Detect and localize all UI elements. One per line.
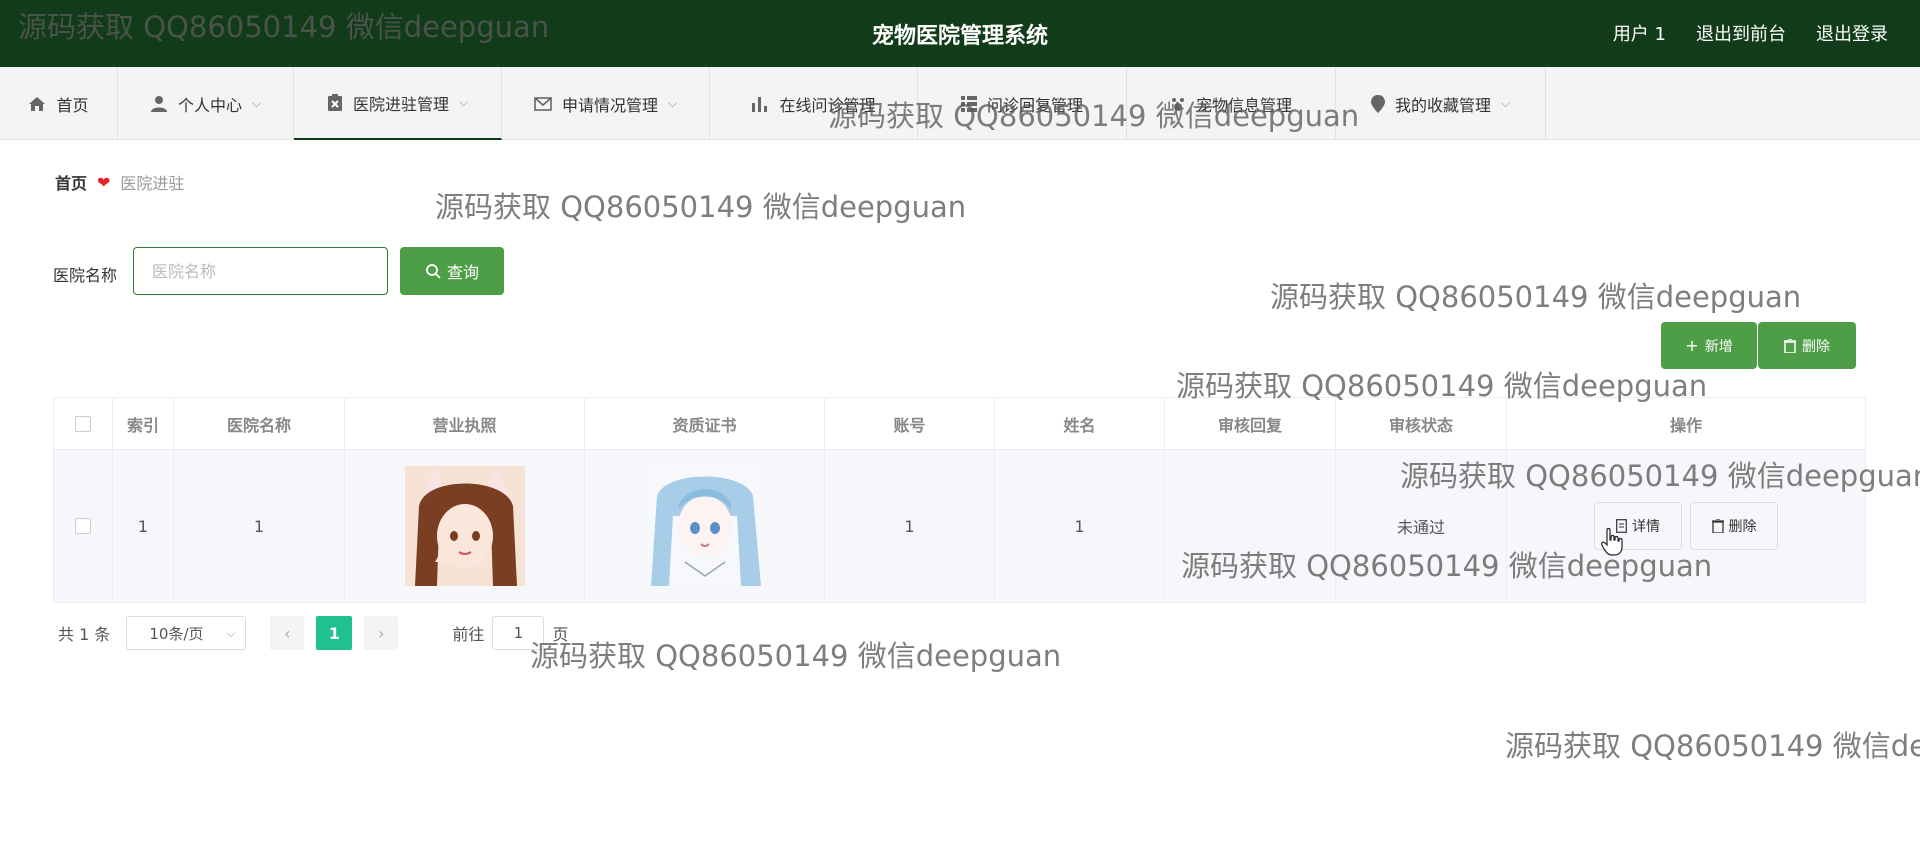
nav-item-favorites[interactable]: 我的收藏管理 ⌵ xyxy=(1336,67,1546,140)
nav-item-pet-info[interactable]: 宠物信息管理 xyxy=(1127,67,1336,140)
prev-page-button[interactable]: ‹ xyxy=(270,616,305,650)
header-audit-reply: 审核回复 xyxy=(1165,398,1336,449)
header-person-name: 姓名 xyxy=(995,398,1165,449)
header-audit-status: 审核状态 xyxy=(1336,398,1507,449)
top-header: 宠物医院管理系统 用户 1 退出到前台 退出登录 xyxy=(0,0,1920,67)
hospital-table: 索引 医院名称 营业执照 资质证书 账号 姓名 审核回复 审核状态 操作 1 1 xyxy=(53,397,1866,603)
nav-item-hospital-settle[interactable]: 医院进驻管理 ⌵ xyxy=(294,67,502,140)
row-select[interactable] xyxy=(54,450,113,602)
chevron-down-icon: ⌵ xyxy=(251,96,262,110)
row-index: 1 xyxy=(113,450,174,602)
nav-label: 问诊回复管理 xyxy=(986,95,1083,115)
total-count: 共 1 条 xyxy=(58,625,111,644)
watermark: 源码获取 QQ86050149 微信deepguan xyxy=(1505,729,1920,763)
heart-icon: ❤ xyxy=(97,172,111,192)
trash-icon xyxy=(1784,338,1796,353)
header-operations: 操作 xyxy=(1669,415,1702,435)
delete-button-label: 删除 xyxy=(1728,519,1757,535)
nav-item-home[interactable]: 首页 xyxy=(0,67,118,140)
chevron-down-icon: ⌵ xyxy=(226,625,236,640)
nav-label: 我的收藏管理 xyxy=(1394,95,1491,115)
row-license xyxy=(345,450,585,602)
nav-item-online-consult[interactable]: 在线问诊管理 xyxy=(710,67,918,140)
nav-label: 在线问诊管理 xyxy=(779,95,876,115)
plus-icon: + xyxy=(1685,336,1699,355)
back-to-front-link[interactable]: 退出到前台 xyxy=(1696,20,1786,46)
row-certificate xyxy=(585,450,825,602)
delete-button[interactable]: 删除 xyxy=(1690,502,1778,550)
nav-label: 申请情况管理 xyxy=(561,95,658,115)
logout-link[interactable]: 退出登录 xyxy=(1816,20,1888,46)
chevron-down-icon: ⌵ xyxy=(667,96,678,110)
add-button-label: 新增 xyxy=(1704,338,1733,355)
nav-label: 个人中心 xyxy=(177,95,242,115)
nav-label: 宠物信息管理 xyxy=(1195,95,1292,115)
trash-icon xyxy=(1711,519,1724,533)
page-size-value: 10条/页 xyxy=(149,624,204,643)
add-button[interactable]: + 新增 xyxy=(1661,322,1757,369)
row-audit-reply xyxy=(1165,450,1336,602)
breadcrumb-home[interactable]: 首页 xyxy=(55,170,87,194)
grid-icon xyxy=(960,95,977,112)
goto-page-input[interactable] xyxy=(492,616,545,650)
bar-chart-icon xyxy=(752,96,768,112)
license-image[interactable] xyxy=(404,466,525,586)
goto-label: 前往 xyxy=(452,625,485,644)
batch-delete-button-label: 删除 xyxy=(1802,338,1830,355)
table-row: 1 1 1 1 未通过 详情 删除 xyxy=(54,450,1865,602)
header-index: 索引 xyxy=(113,398,174,449)
batch-delete-button[interactable]: 删除 xyxy=(1758,322,1856,369)
next-page-button[interactable]: › xyxy=(364,616,399,650)
page-number-current[interactable]: 1 xyxy=(316,616,353,650)
user-icon xyxy=(150,95,167,112)
home-icon xyxy=(29,96,46,111)
header-license: 营业执照 xyxy=(345,398,585,449)
row-account: 1 xyxy=(825,450,995,602)
search-label: 医院名称 xyxy=(53,266,118,285)
query-button[interactable]: 查询 xyxy=(400,247,504,295)
checkbox[interactable] xyxy=(75,415,91,432)
table-header: 索引 医院名称 营业执照 资质证书 账号 姓名 审核回复 审核状态 操作 xyxy=(54,398,1865,450)
pin-icon xyxy=(1370,94,1385,113)
row-operations: 详情 删除 xyxy=(1507,450,1865,602)
chevron-down-icon: ⌵ xyxy=(458,95,469,109)
header-certificate: 资质证书 xyxy=(585,398,825,449)
certificate-image[interactable] xyxy=(644,466,765,586)
user-name-link[interactable]: 用户 1 xyxy=(1613,20,1666,46)
header-account: 账号 xyxy=(825,398,995,449)
main-nav: 首页 个人中心 ⌵ 医院进驻管理 ⌵ 申请情况管理 ⌵ 在线问诊管理 问诊回复管… xyxy=(0,67,1920,140)
mail-icon xyxy=(534,96,552,111)
header-links: 用户 1 退出到前台 退出登录 xyxy=(1613,20,1888,46)
query-button-label: 查询 xyxy=(446,263,479,282)
nav-item-personal-center[interactable]: 个人中心 ⌵ xyxy=(118,67,294,140)
page-suffix: 页 xyxy=(552,625,569,644)
row-audit-status: 未通过 xyxy=(1336,450,1507,602)
detail-button-label: 详情 xyxy=(1632,519,1660,535)
hospital-icon xyxy=(327,93,342,111)
nav-item-consult-reply[interactable]: 问诊回复管理 xyxy=(918,67,1127,140)
breadcrumb: 首页 ❤ 医院进驻 xyxy=(29,152,1891,212)
row-person-name: 1 xyxy=(995,450,1165,602)
chevron-down-icon: ⌵ xyxy=(1500,96,1511,110)
page-size-select[interactable]: 10条/页 ⌵ xyxy=(126,616,247,650)
nav-item-application[interactable]: 申请情况管理 ⌵ xyxy=(502,67,710,140)
nav-label: 医院进驻管理 xyxy=(352,94,449,114)
row-hospital-name: 1 xyxy=(174,450,345,602)
checkbox[interactable] xyxy=(75,518,91,534)
hand-cursor-icon xyxy=(1601,528,1623,556)
hospital-name-search-input[interactable] xyxy=(133,247,388,295)
breadcrumb-current: 医院进驻 xyxy=(120,174,185,193)
header-select-all[interactable] xyxy=(54,398,113,449)
header-hospital-name: 医院名称 xyxy=(174,398,345,449)
paw-icon xyxy=(1171,97,1184,111)
nav-label: 首页 xyxy=(56,95,89,115)
search-icon xyxy=(426,264,441,279)
pagination: 共 1 条 10条/页 ⌵ ‹ 1 › 前往 页 xyxy=(58,616,568,650)
